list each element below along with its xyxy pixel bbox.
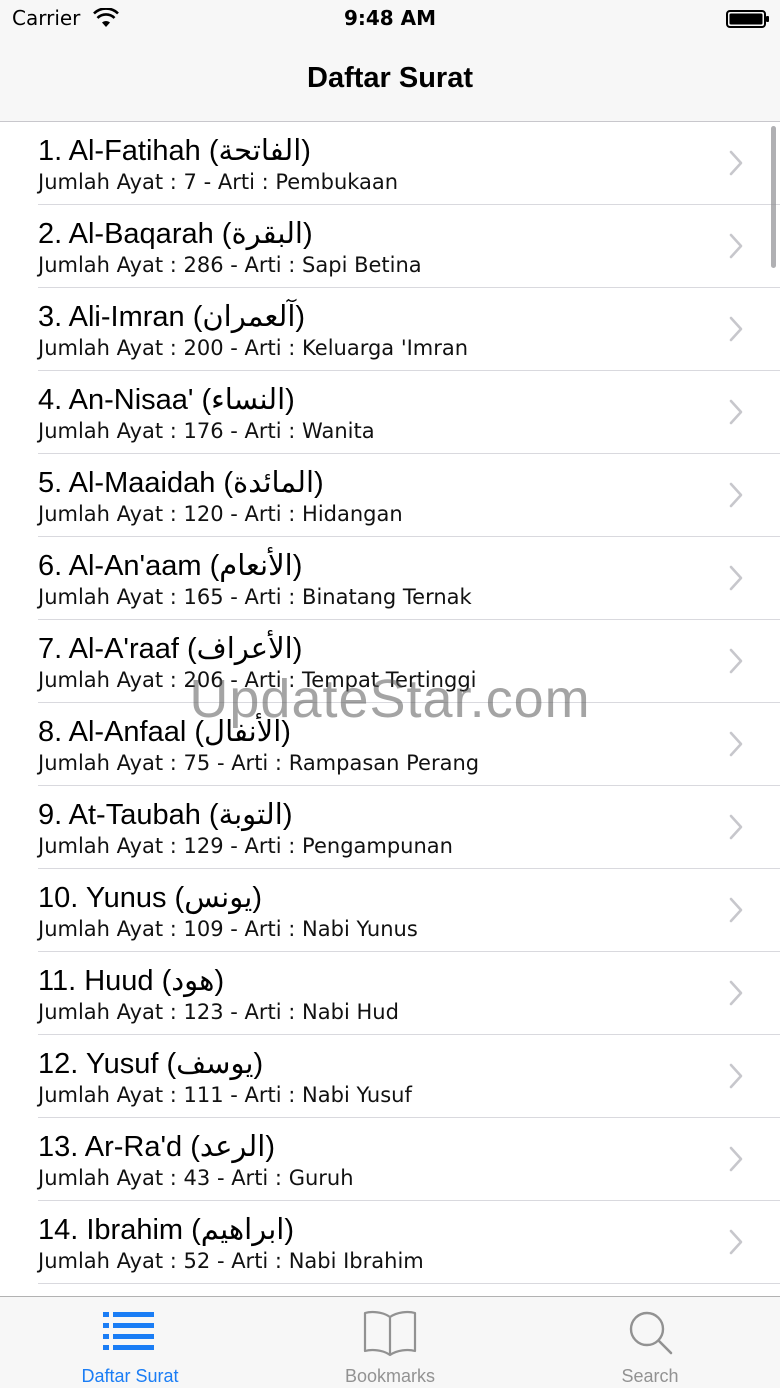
- surah-row[interactable]: 8. Al-Anfaal (الأنفال) Jumlah Ayat : 75 -…: [0, 703, 780, 786]
- chevron-right-icon: [729, 1146, 743, 1172]
- tab-bar: Daftar Surat Bookmarks Search: [0, 1296, 780, 1388]
- surah-subtitle: Jumlah Ayat : 75 - Arti : Rampasan Peran…: [38, 751, 480, 775]
- surah-title: 13. Ar-Ra'd (الرعد): [38, 1131, 275, 1163]
- surah-subtitle: Jumlah Ayat : 165 - Arti : Binatang Tern…: [38, 585, 472, 609]
- chevron-right-icon: [729, 1229, 743, 1255]
- book-icon: [363, 1310, 417, 1357]
- clock: 9:48 AM: [343, 6, 437, 30]
- surah-title: 4. An-Nisaa' (النساء): [38, 384, 295, 416]
- surah-subtitle: Jumlah Ayat : 120 - Arti : Hidangan: [38, 502, 403, 526]
- surah-row[interactable]: 1. Al-Fatihah (الفاتحة) Jumlah Ayat : 7 -…: [0, 122, 780, 205]
- surah-row[interactable]: 7. Al-A'raaf (الأعراف) Jumlah Ayat : 206 …: [0, 620, 780, 703]
- chevron-right-icon: [729, 565, 743, 591]
- chevron-right-icon: [729, 399, 743, 425]
- status-bar: Carrier 9:48 AM: [0, 0, 780, 40]
- surah-row[interactable]: 13. Ar-Ra'd (الرعد) Jumlah Ayat : 43 - Ar…: [0, 1118, 780, 1201]
- surah-title: 9. At-Taubah (التوبة): [38, 799, 293, 831]
- page-title: Daftar Surat: [307, 62, 473, 94]
- surah-subtitle: Jumlah Ayat : 123 - Arti : Nabi Hud: [38, 1000, 399, 1024]
- tab-label-bookmarks: Bookmarks: [344, 1366, 436, 1386]
- surah-subtitle: Jumlah Ayat : 206 - Arti : Tempat Tertin…: [38, 668, 477, 692]
- surah-title: 10. Yunus (يونس): [38, 882, 262, 914]
- tab-label-search: Search: [621, 1366, 679, 1386]
- tab-label-daftar-surat: Daftar Surat: [81, 1366, 179, 1386]
- surah-list[interactable]: 1. Al-Fatihah (الفاتحة) Jumlah Ayat : 7 -…: [0, 122, 780, 1296]
- surah-row[interactable]: 12. Yusuf (يوسف) Jumlah Ayat : 111 - Arti…: [0, 1035, 780, 1118]
- chevron-right-icon: [729, 150, 743, 176]
- chevron-right-icon: [729, 731, 743, 757]
- surah-row[interactable]: 4. An-Nisaa' (النساء) Jumlah Ayat : 176 -…: [0, 371, 780, 454]
- tab-bookmarks[interactable]: Bookmarks: [260, 1297, 520, 1388]
- surah-row[interactable]: 9. At-Taubah (التوبة) Jumlah Ayat : 129 -…: [0, 786, 780, 869]
- surah-subtitle: Jumlah Ayat : 7 - Arti : Pembukaan: [38, 170, 399, 194]
- surah-title: 2. Al-Baqarah (البقرة): [38, 218, 313, 250]
- scrollbar[interactable]: [771, 126, 776, 268]
- chevron-right-icon: [729, 814, 743, 840]
- surah-subtitle: Jumlah Ayat : 43 - Arti : Guruh: [38, 1166, 354, 1190]
- surah-title: 14. Ibrahim (ابراهيم): [38, 1214, 294, 1246]
- surah-subtitle: Jumlah Ayat : 286 - Arti : Sapi Betina: [38, 253, 422, 277]
- row-separator: [38, 1283, 780, 1284]
- chevron-right-icon: [729, 482, 743, 508]
- surah-row[interactable]: 11. Huud (هود) Jumlah Ayat : 123 - Arti :…: [0, 952, 780, 1035]
- surah-row[interactable]: 2. Al-Baqarah (البقرة) Jumlah Ayat : 286 …: [0, 205, 780, 288]
- chevron-right-icon: [729, 316, 743, 342]
- surah-row[interactable]: 6. Al-An'aam (الأنعام) Jumlah Ayat : 165 …: [0, 537, 780, 620]
- surah-row[interactable]: 3. Ali-Imran (آلعمران) Jumlah Ayat : 200 …: [0, 288, 780, 371]
- surah-row[interactable]: 14. Ibrahim (ابراهيم) Jumlah Ayat : 52 - …: [0, 1201, 780, 1284]
- chevron-right-icon: [729, 648, 743, 674]
- tab-daftar-surat[interactable]: Daftar Surat: [0, 1297, 260, 1388]
- surah-subtitle: Jumlah Ayat : 109 - Arti : Nabi Yunus: [38, 917, 418, 941]
- surah-title: 5. Al-Maaidah (المائدة): [38, 467, 324, 499]
- surah-title: 3. Ali-Imran (آلعمران): [38, 301, 306, 333]
- surah-title: 8. Al-Anfaal (الأنفال): [38, 716, 291, 748]
- surah-row[interactable]: 10. Yunus (يونس) Jumlah Ayat : 109 - Arti…: [0, 869, 780, 952]
- surah-subtitle: Jumlah Ayat : 129 - Arti : Pengampunan: [38, 834, 453, 858]
- surah-title: 6. Al-An'aam (الأنعام): [38, 550, 303, 582]
- battery-icon: [726, 10, 769, 28]
- chevron-right-icon: [729, 980, 743, 1006]
- tab-search[interactable]: Search: [520, 1297, 780, 1388]
- list-icon: [103, 1312, 154, 1350]
- chevron-right-icon: [729, 897, 743, 923]
- surah-title: 12. Yusuf (يوسف): [38, 1048, 264, 1080]
- surah-subtitle: Jumlah Ayat : 176 - Arti : Wanita: [38, 419, 375, 443]
- search-icon: [629, 1311, 673, 1355]
- navigation-bar: Daftar Surat: [0, 40, 780, 122]
- surah-subtitle: Jumlah Ayat : 200 - Arti : Keluarga 'Imr…: [38, 336, 469, 360]
- surah-title: 1. Al-Fatihah (الفاتحة): [38, 135, 311, 167]
- chevron-right-icon: [729, 233, 743, 259]
- chevron-right-icon: [729, 1063, 743, 1089]
- surah-title: 11. Huud (هود): [38, 965, 225, 997]
- surah-title: 7. Al-A'raaf (الأعراف): [38, 633, 303, 665]
- surah-subtitle: Jumlah Ayat : 111 - Arti : Nabi Yusuf: [38, 1083, 412, 1107]
- surah-subtitle: Jumlah Ayat : 52 - Arti : Nabi Ibrahim: [38, 1249, 424, 1273]
- surah-row[interactable]: 5. Al-Maaidah (المائدة) Jumlah Ayat : 120…: [0, 454, 780, 537]
